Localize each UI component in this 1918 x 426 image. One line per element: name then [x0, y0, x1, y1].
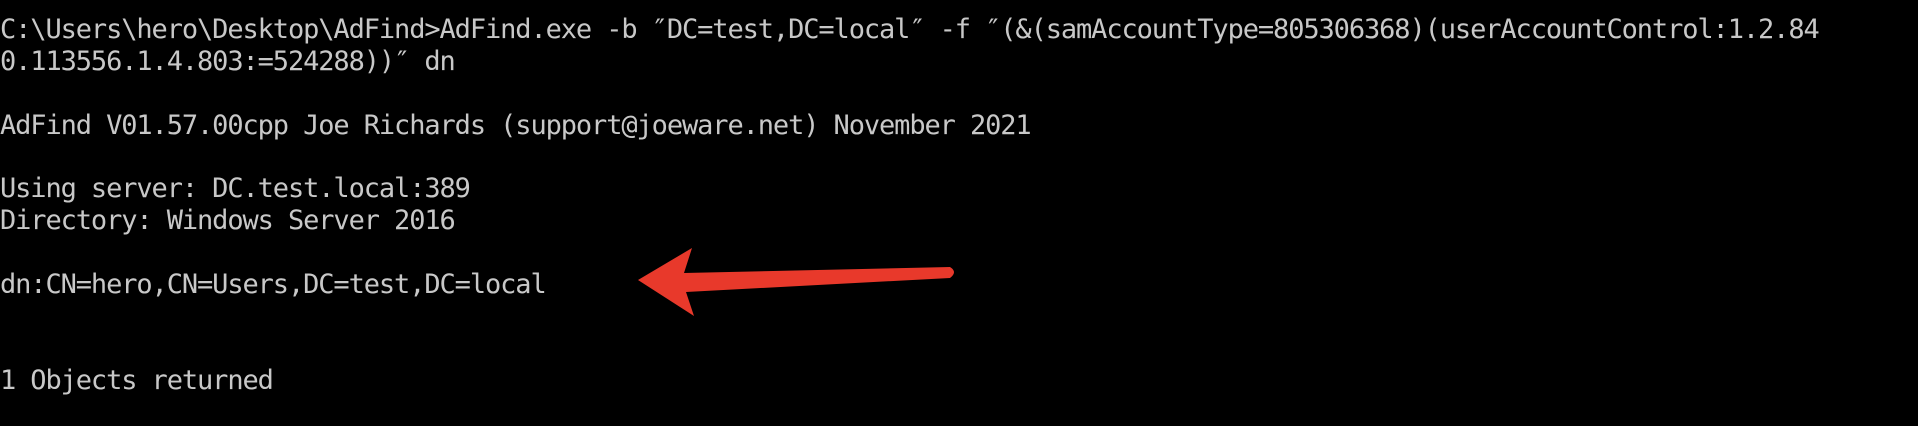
- objects-returned-summary: 1 Objects returned: [0, 365, 274, 396]
- dn-result: dn:CN=hero,CN=Users,DC=test,DC=local: [0, 269, 547, 300]
- terminal-window[interactable]: C:\Users\hero\Desktop\AdFind>AdFind.exe …: [0, 0, 1918, 426]
- command-line-1: C:\Users\hero\Desktop\AdFind>AdFind.exe …: [0, 14, 1820, 45]
- adfind-banner: AdFind V01.57.00cpp Joe Richards (suppor…: [0, 110, 1032, 141]
- command-line-2: 0.113556.1.4.803:=524288))″ dn: [0, 46, 456, 77]
- server-info: Using server: DC.test.local:389: [0, 173, 471, 204]
- arrow-left-icon: [638, 248, 954, 316]
- directory-info: Directory: Windows Server 2016: [0, 205, 456, 236]
